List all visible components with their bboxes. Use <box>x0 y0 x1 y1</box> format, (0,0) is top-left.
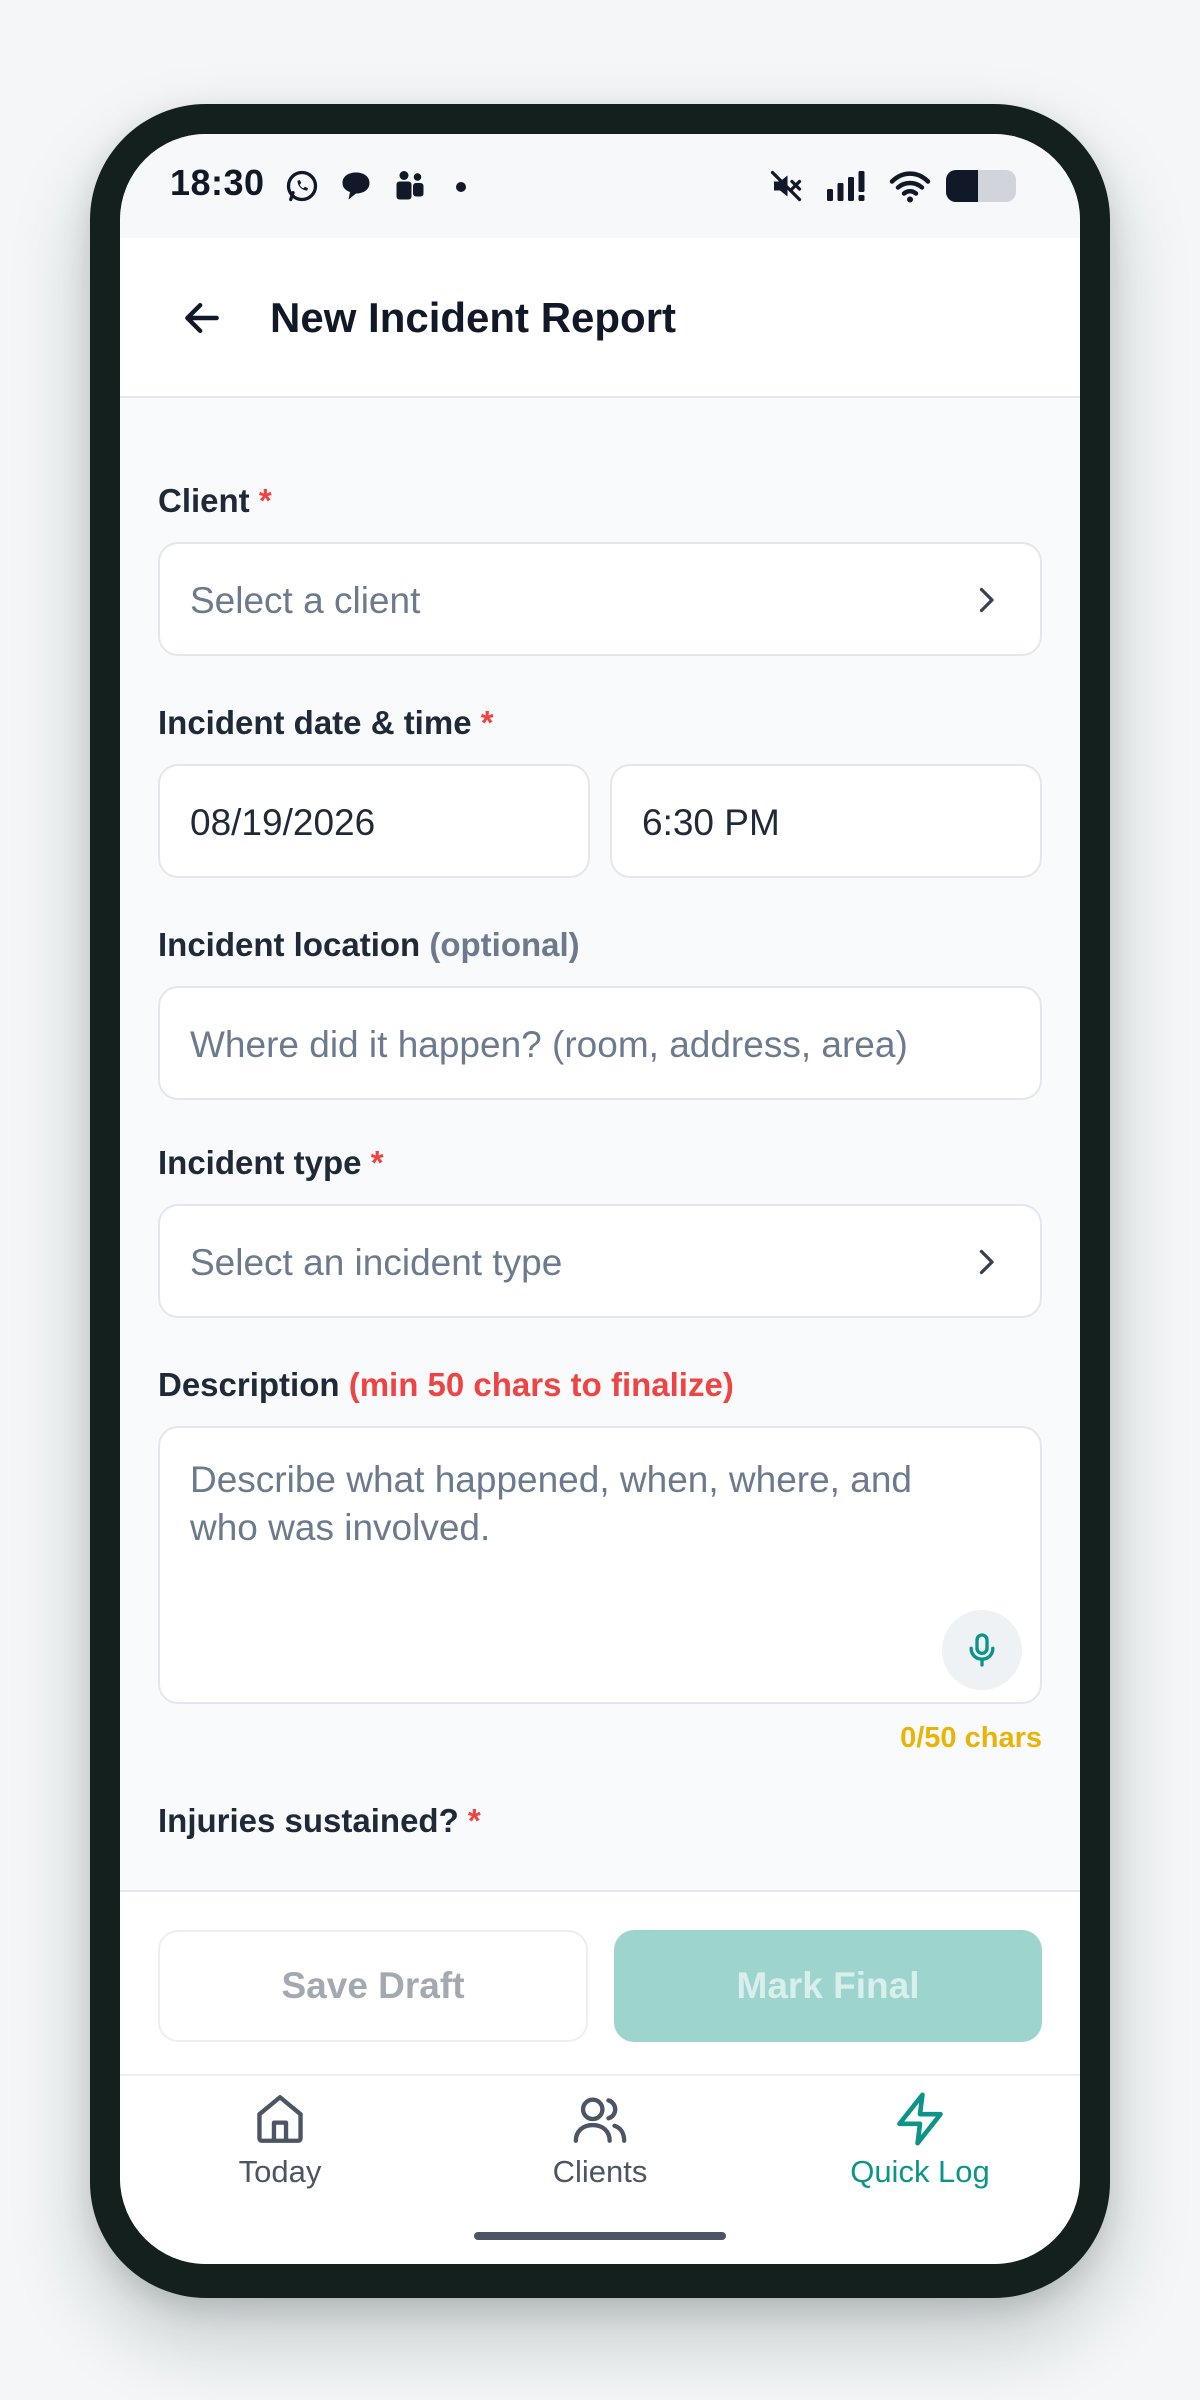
location-placeholder: Where did it happen? (room, address, are… <box>190 1024 908 1065</box>
tab-quick-log[interactable]: Quick Log <box>760 2090 1080 2210</box>
teams-icon <box>396 171 424 200</box>
page-title: New Incident Report <box>270 294 677 341</box>
home-icon <box>257 2095 303 2143</box>
required-mark: * <box>258 482 272 519</box>
description-textarea[interactable]: Describe what happened, when, where, and… <box>158 1426 1042 1704</box>
back-button[interactable] <box>172 288 232 348</box>
incident-type-placeholder: Select an incident type <box>190 1242 563 1283</box>
action-bar: Save Draft Mark Final <box>120 1890 1080 2074</box>
mark-final-button[interactable]: Mark Final <box>614 1930 1042 2042</box>
dot-icon <box>456 182 466 192</box>
arrow-left-icon <box>185 302 219 334</box>
chevron-right-icon <box>979 1249 994 1275</box>
required-mark: * <box>370 1144 384 1181</box>
client-select[interactable]: Select a client <box>158 542 1042 656</box>
description-placeholder: Describe what happened, when, where, and… <box>190 1459 912 1548</box>
client-label-text: Client <box>158 482 250 519</box>
microphone-icon <box>969 1633 995 1667</box>
client-label: Client * <box>158 482 272 520</box>
tab-label-today: Today <box>238 2154 322 2189</box>
date-value: 08/19/2026 <box>190 802 376 843</box>
tab-today[interactable]: Today <box>120 2090 440 2210</box>
location-label-text: Incident location <box>158 926 421 963</box>
whatsapp-icon <box>286 170 318 202</box>
battery-icon <box>946 170 1016 202</box>
voice-input-button[interactable] <box>942 1610 1022 1690</box>
required-mark: * <box>480 704 494 741</box>
tab-clients[interactable]: Clients <box>440 2090 760 2210</box>
required-mark: * <box>467 1802 481 1839</box>
lightning-icon <box>897 2092 943 2146</box>
description-hint: (min 50 chars to finalize) <box>348 1366 734 1403</box>
client-placeholder: Select a client <box>190 580 421 621</box>
save-draft-button[interactable]: Save Draft <box>158 1930 588 2042</box>
wifi-icon <box>889 171 931 203</box>
time-value: 6:30 PM <box>642 802 780 843</box>
description-label: Description (min 50 chars to finalize) <box>158 1366 734 1404</box>
optional-note: (optional) <box>429 926 580 963</box>
datetime-label: Incident date & time * <box>158 704 494 742</box>
datetime-label-text: Incident date & time <box>158 704 472 741</box>
tab-label-clients: Clients <box>552 2154 648 2189</box>
time-field[interactable]: 6:30 PM <box>610 764 1042 878</box>
signal-icon <box>827 171 865 201</box>
app-screen: 18:30 New Incident Report Client * Selec… <box>120 134 1080 2264</box>
char-counter: 0/50 chars <box>900 1722 1042 1754</box>
app-header: New Incident Report <box>120 238 1080 398</box>
incident-type-label-text: Incident type <box>158 1144 362 1181</box>
chat-bubble-icon <box>342 172 370 200</box>
description-label-text: Description <box>158 1366 340 1403</box>
tab-label-quick-log: Quick Log <box>850 2154 990 2189</box>
mute-icon <box>770 170 802 202</box>
location-label: Incident location (optional) <box>158 926 580 964</box>
incident-type-select[interactable]: Select an incident type <box>158 1204 1042 1318</box>
home-indicator[interactable] <box>474 2232 726 2240</box>
chevron-right-icon <box>979 587 994 613</box>
injuries-label: Injuries sustained? * <box>158 1802 481 1840</box>
users-icon <box>573 2097 627 2143</box>
location-input[interactable]: Where did it happen? (room, address, are… <box>158 986 1042 1100</box>
status-time: 18:30 <box>170 162 265 203</box>
injuries-label-text: Injuries sustained? <box>158 1802 459 1839</box>
date-field[interactable]: 08/19/2026 <box>158 764 590 878</box>
status-bar: 18:30 <box>120 134 1080 238</box>
incident-type-label: Incident type * <box>158 1144 384 1182</box>
